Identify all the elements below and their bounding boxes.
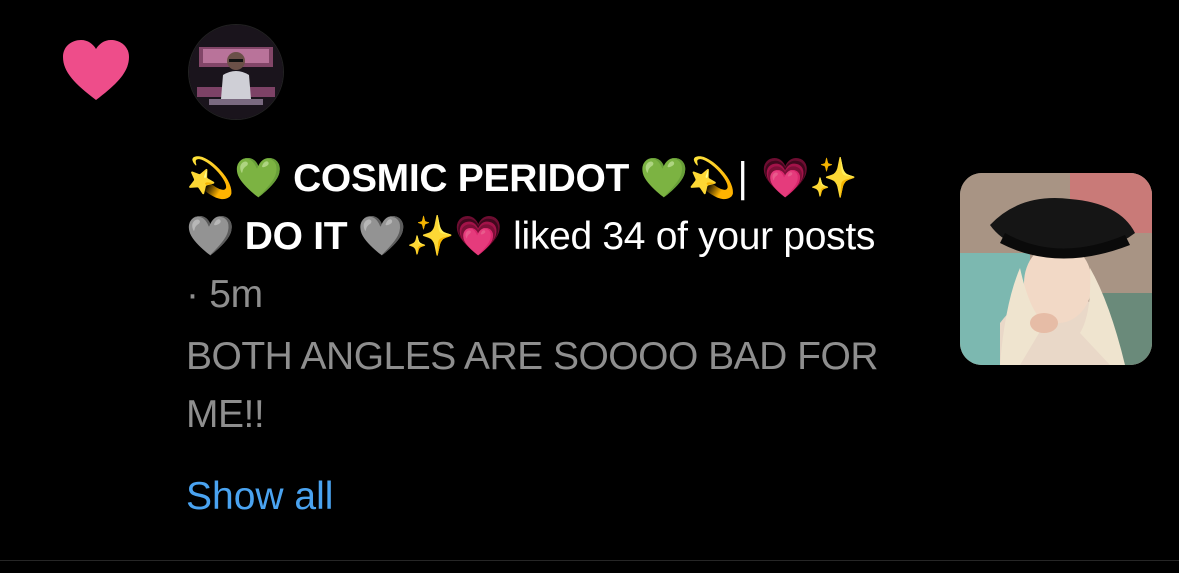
actor-emoji-suffix: 🩶✨💗	[357, 214, 503, 259]
actor-name-second[interactable]: DO IT	[234, 215, 358, 258]
notification-content: 💫💚 COSMIC PERIDOT 💚💫| 💗✨🩶 DO IT 🩶✨💗 like…	[186, 150, 886, 522]
comment-preview: BOTH ANGLES ARE SOOOO BAD FOR ME!!	[186, 335, 879, 436]
show-all-link[interactable]: Show all	[186, 472, 333, 522]
divider	[0, 560, 1179, 561]
user-avatar[interactable]	[189, 25, 283, 119]
action-text: liked 34 of your posts	[502, 215, 876, 258]
actor-name[interactable]: COSMIC PERIDOT	[283, 157, 640, 200]
separator-dot: ·	[186, 273, 210, 316]
post-thumbnail[interactable]	[960, 173, 1152, 365]
notification-text: 💫💚 COSMIC PERIDOT 💚💫| 💗✨🩶 DO IT 🩶✨💗 like…	[186, 150, 886, 324]
notification-row[interactable]: 💫💚 COSMIC PERIDOT 💚💫| 💗✨🩶 DO IT 🩶✨💗 like…	[0, 0, 1179, 573]
heart-icon	[63, 40, 129, 100]
actor-emoji-prefix: 💫💚	[186, 156, 283, 201]
timestamp: 5m	[209, 273, 263, 316]
